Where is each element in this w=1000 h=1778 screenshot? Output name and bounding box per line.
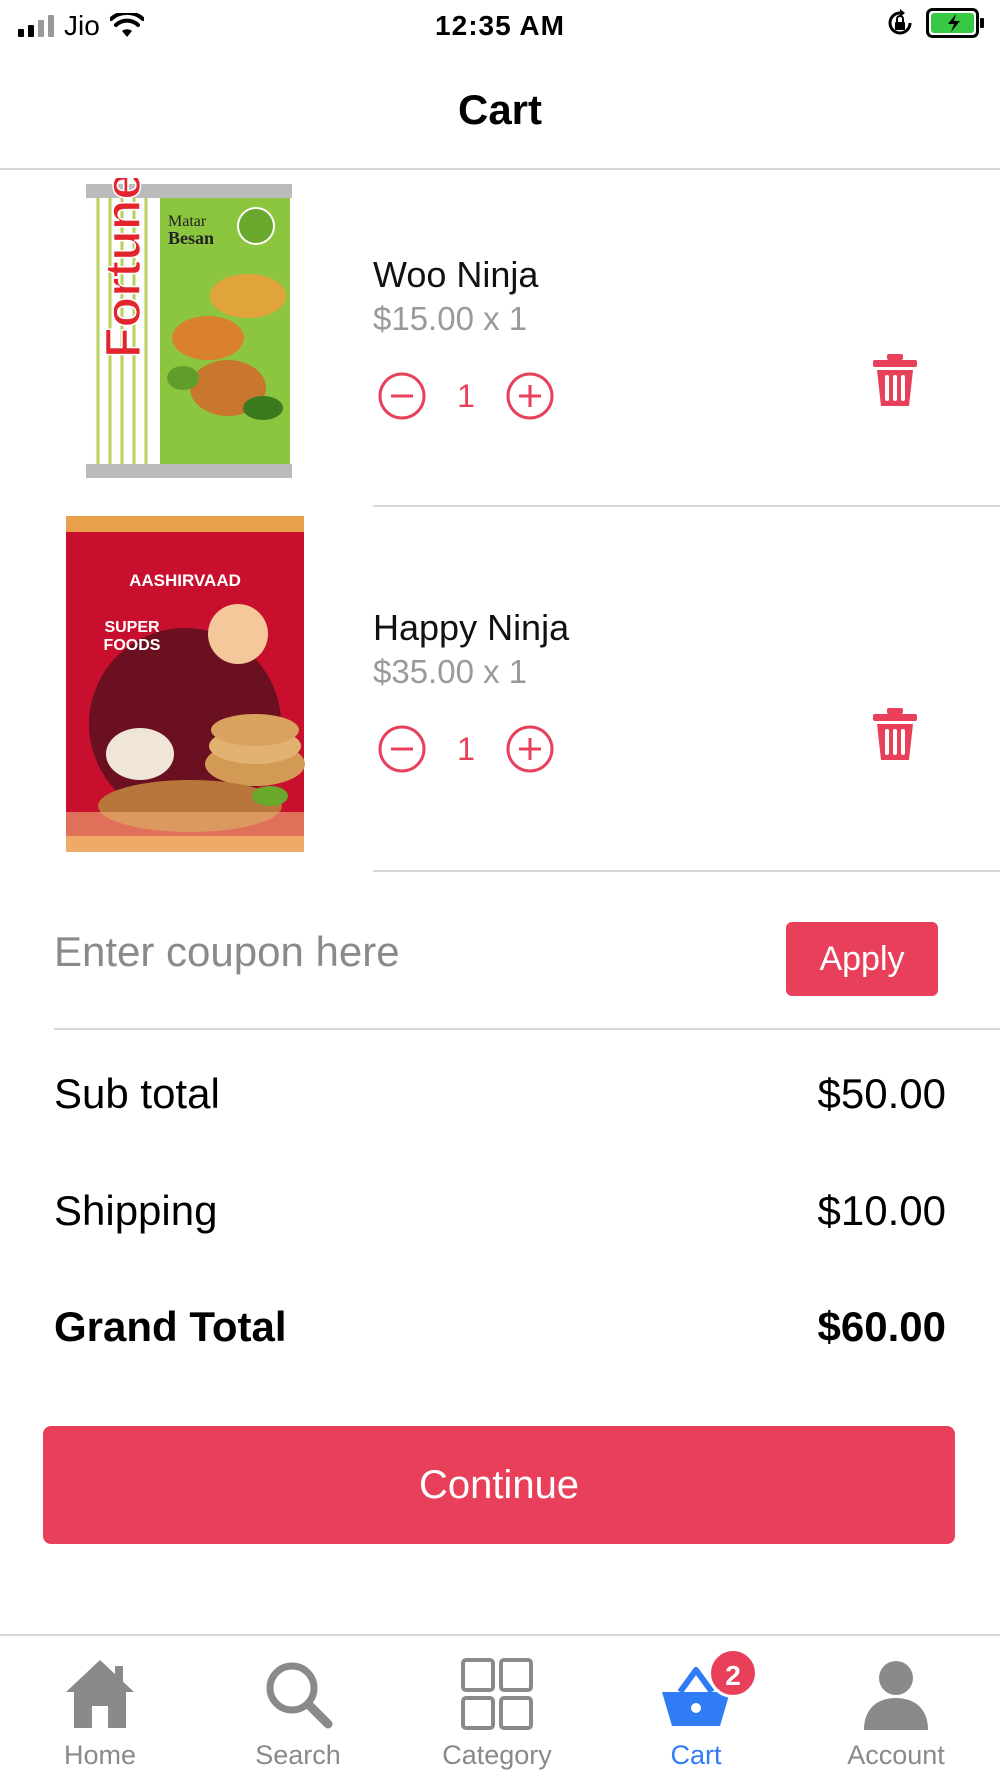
tab-label: Home (63, 1740, 137, 1770)
svg-text:Fortune: Fortune (95, 178, 151, 358)
shipping-value: $10.00 (817, 1187, 946, 1234)
tab-search[interactable]: Search (198, 1636, 398, 1778)
minus-circle-icon[interactable] (376, 370, 428, 422)
divider (373, 870, 1000, 872)
svg-text:Besan: Besan (168, 228, 214, 248)
battery-icon (926, 8, 984, 38)
product-name: Woo Ninja (373, 254, 539, 295)
plus-circle-icon[interactable] (504, 723, 556, 775)
divider (54, 1028, 1000, 1030)
product-price: $15.00 x 1 (373, 300, 528, 337)
tab-cart[interactable]: 2 Cart (596, 1636, 796, 1778)
quantity-value: 1 (457, 377, 475, 414)
tab-label: Account (847, 1740, 945, 1770)
tab-label: Cart (670, 1740, 722, 1770)
cart-count-badge: 2 (708, 1648, 758, 1698)
trash-icon[interactable] (870, 706, 920, 762)
product-name: Happy Ninja (373, 607, 570, 648)
product-price: $35.00 x 1 (373, 653, 528, 690)
search-icon (266, 1662, 333, 1729)
cart-item: AASHIRVAAD SUPER FOODS Happy Ninja $35.0… (0, 510, 1000, 872)
shipping-label: Shipping (54, 1187, 218, 1234)
svg-text:AASHIRVAAD: AASHIRVAAD (129, 571, 241, 590)
clock: 12:35 AM (435, 10, 565, 41)
svg-text:SUPER: SUPER (104, 619, 160, 636)
coupon-input[interactable] (54, 924, 734, 980)
quantity-stepper: 1 (376, 723, 556, 775)
grand-total-label: Grand Total (54, 1303, 287, 1350)
svg-text:FOODS: FOODS (104, 637, 161, 654)
tab-label: Search (255, 1740, 341, 1770)
tab-label: Category (442, 1740, 552, 1770)
tab-category[interactable]: Category (397, 1636, 597, 1778)
tab-home[interactable]: Home (0, 1636, 200, 1778)
plus-circle-icon[interactable] (504, 370, 556, 422)
cart-item: Fortune Matar Besan Woo Ninja $15.00 x 1… (0, 172, 1000, 508)
tab-bar: Home Search Category 2 Cart Account (0, 1634, 1000, 1778)
product-image[interactable]: Fortune Matar Besan (78, 178, 300, 484)
navigation-bar: Cart (0, 56, 1000, 170)
product-image[interactable]: AASHIRVAAD SUPER FOODS (60, 514, 310, 856)
divider (373, 505, 1000, 507)
subtotal-label: Sub total (54, 1070, 220, 1117)
shipping-row: Shipping $10.00 (54, 1187, 946, 1235)
minus-circle-icon[interactable] (376, 723, 428, 775)
grid-icon (461, 1658, 533, 1730)
grand-total-row: Grand Total $60.00 (54, 1303, 946, 1351)
quantity-stepper: 1 (376, 370, 556, 422)
person-icon (864, 1661, 928, 1730)
status-bar: Jio 12:35 AM (0, 0, 1000, 56)
subtotal-row: Sub total $50.00 (54, 1070, 946, 1118)
home-icon (66, 1660, 134, 1728)
quantity-value: 1 (457, 730, 475, 767)
grand-total-value: $60.00 (817, 1303, 946, 1350)
coupon-section: Apply (0, 874, 1000, 1030)
subtotal-value: $50.00 (817, 1070, 946, 1117)
rotation-lock-icon (888, 9, 912, 35)
apply-coupon-button[interactable]: Apply (786, 922, 938, 996)
continue-button[interactable]: Continue (43, 1426, 955, 1544)
tab-account[interactable]: Account (796, 1636, 996, 1778)
page-title: Cart (457, 86, 543, 133)
trash-icon[interactable] (870, 352, 920, 408)
